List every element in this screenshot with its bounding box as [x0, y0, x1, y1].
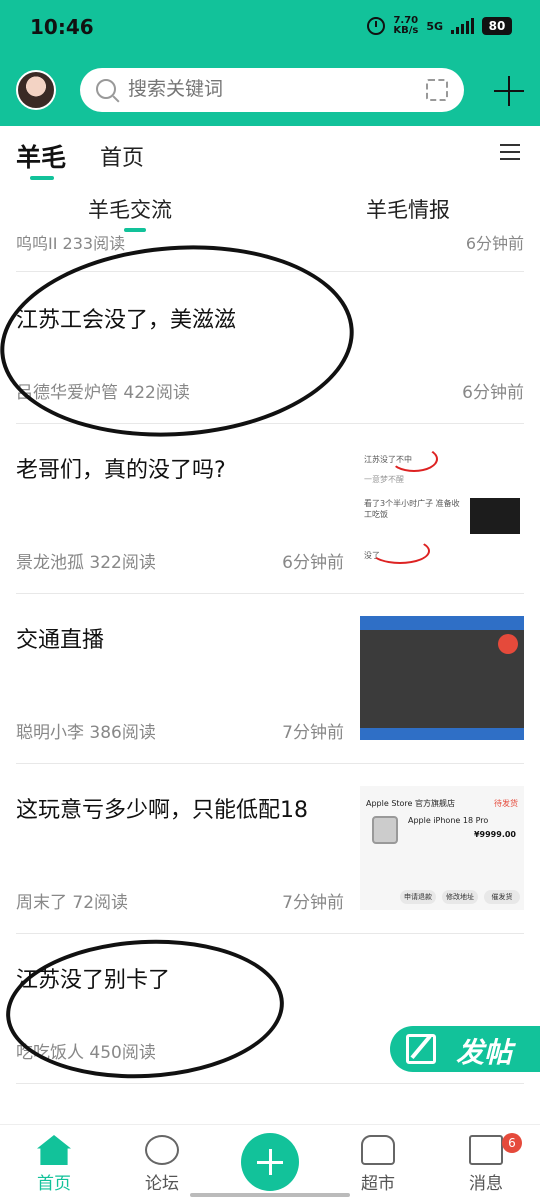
subtab-exchange[interactable]: 羊毛交流 [88, 194, 172, 224]
status-time: 10:46 [30, 15, 94, 39]
post-meta: 吕德华爱炉管 422阅读 [16, 383, 190, 403]
list-item[interactable] [16, 1084, 524, 1124]
battery-icon: 80 [482, 17, 512, 35]
tab-active-indicator [30, 176, 54, 180]
nav-market[interactable]: 超市 [338, 1135, 418, 1194]
add-button[interactable] [241, 1133, 299, 1191]
search-header [0, 56, 540, 126]
tab-home[interactable]: 首页 [100, 140, 144, 172]
list-item[interactable]: 交通直播 聪明小李 386阅读 7分钟前 [16, 594, 524, 764]
nav-home[interactable]: 首页 [14, 1135, 94, 1194]
sub-tabs: 羊毛交流 羊毛情报 [0, 184, 540, 232]
post-time: 6分钟前 [462, 383, 524, 403]
list-item[interactable]: 这玩意亏多少啊，只能低配18 周末了 72阅读 7分钟前 Apple Store… [16, 764, 524, 934]
post-title: 老哥们，真的没了吗? [16, 458, 226, 483]
net-speed: 7.70 KB/s [393, 15, 419, 36]
home-icon [37, 1135, 71, 1165]
network-type: 5G [426, 19, 443, 33]
menu-icon[interactable] [500, 144, 520, 160]
home-indicator [190, 1193, 350, 1197]
edit-icon [406, 1034, 436, 1064]
search-icon [96, 79, 116, 99]
post-meta: 景龙池孤 322阅读 [16, 553, 156, 573]
search-input[interactable] [128, 78, 388, 100]
tab-wool[interactable]: 羊毛 [16, 138, 66, 174]
list-item[interactable]: 呜呜II 233阅读 6分钟前 [16, 228, 524, 272]
post-title: 这玩意亏多少啊，只能低配18 [16, 798, 308, 823]
unread-badge: 6 [502, 1133, 522, 1153]
post-title: 江苏工会没了，美滋滋 [16, 308, 237, 333]
chat-icon [145, 1135, 179, 1165]
post-time: 6分钟前 [465, 234, 524, 253]
post-title: 交通直播 [16, 628, 105, 653]
post-meta: 呜呜II 233阅读 [16, 234, 126, 253]
status-icons: 7.70 KB/s 5G 80 [367, 16, 512, 36]
nav-messages[interactable]: 6 消息 [446, 1133, 526, 1194]
post-time: 7分钟前 [282, 893, 344, 913]
create-post-button[interactable]: 发帖 [390, 1026, 540, 1072]
post-feed[interactable]: 呜呜II 233阅读 6分钟前 江苏工会没了，美滋滋 吕德华爱炉管 422阅读 … [0, 228, 540, 1124]
post-meta: 周末了 72阅读 [16, 893, 129, 913]
post-time: 6分钟前 [282, 553, 344, 573]
post-time: 7分钟前 [282, 723, 344, 743]
signal-icon [451, 18, 474, 34]
post-thumbnail: 江苏没了不中 一意梦不醒 看了3个半小时广子 准备收工吃饭 没了 [360, 446, 524, 570]
status-bar: 10:46 7.70 KB/s 5G 80 [0, 0, 540, 56]
subtab-active-indicator [124, 228, 146, 232]
shopping-bag-icon [361, 1135, 395, 1165]
subtab-intel[interactable]: 羊毛情报 [366, 194, 450, 224]
list-item[interactable]: 江苏工会没了，美滋滋 吕德华爱炉管 422阅读 6分钟前 [16, 274, 524, 424]
post-meta: 吃吃饭人 450阅读 [16, 1043, 156, 1063]
top-tabs: 羊毛 首页 [0, 126, 540, 184]
bottom-nav: 首页 论坛 超市 6 消息 [0, 1124, 540, 1200]
avatar[interactable] [16, 70, 56, 110]
list-item[interactable]: 老哥们，真的没了吗? 景龙池孤 322阅读 6分钟前 江苏没了不中 一意梦不醒 … [16, 424, 524, 594]
plus-icon[interactable] [494, 76, 524, 106]
nav-forum[interactable]: 论坛 [122, 1135, 202, 1194]
post-title: 江苏没了别卡了 [16, 968, 171, 993]
mail-icon [469, 1135, 503, 1165]
alarm-icon [367, 17, 386, 35]
post-meta: 聪明小李 386阅读 [16, 723, 156, 743]
create-post-label: 发帖 [456, 1036, 513, 1069]
scan-icon[interactable] [426, 79, 448, 101]
search-box[interactable] [80, 68, 464, 112]
post-thumbnail [360, 616, 524, 740]
post-thumbnail: Apple Store 官方旗舰店 待发货 Apple iPhone 18 Pr… [360, 786, 524, 910]
